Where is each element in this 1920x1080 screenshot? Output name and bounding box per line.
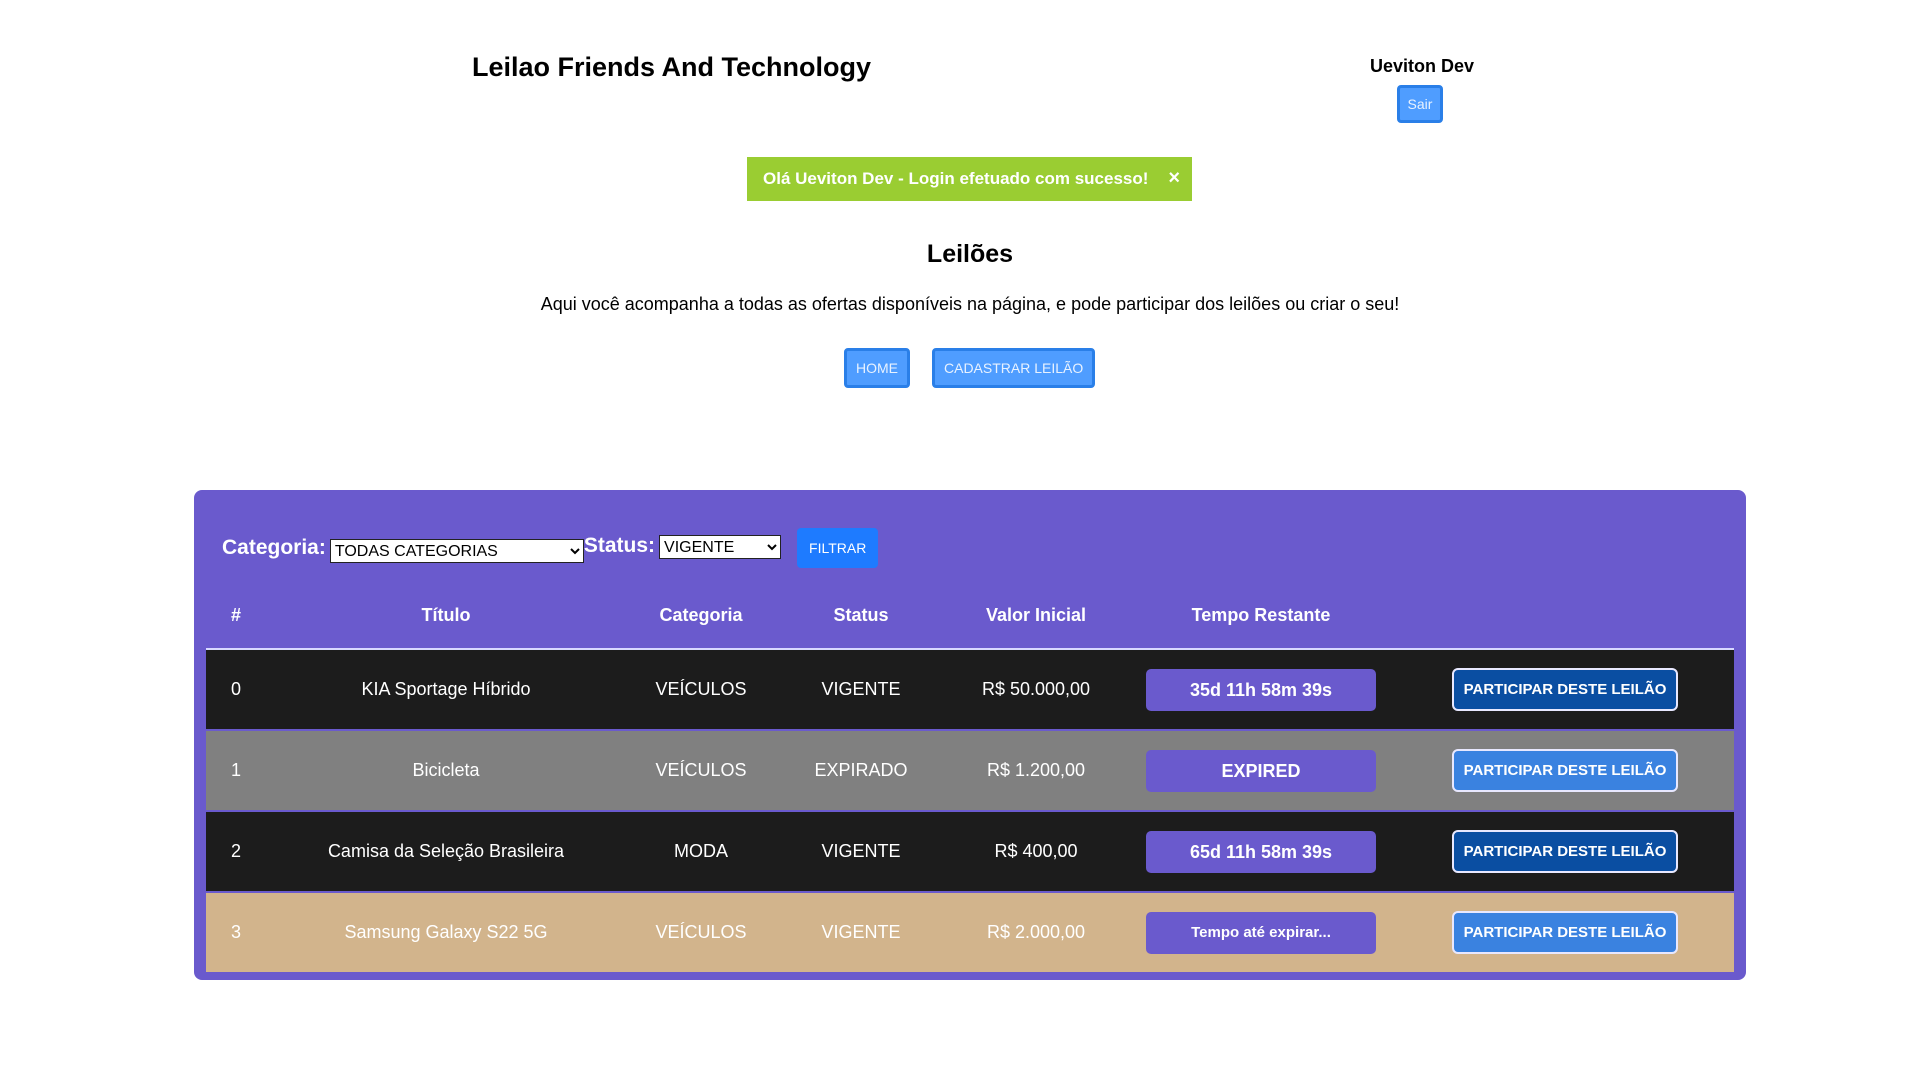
cell-id: 3 (206, 892, 266, 974)
table-row: 0 KIA Sportage Híbrido VEÍCULOS VIGENTE … (206, 649, 1734, 731)
logout-button[interactable]: Sair (1396, 85, 1444, 123)
page-description: Aqui você acompanha a todas as ofertas d… (540, 294, 1400, 314)
cell-category: VEÍCULOS (626, 649, 776, 731)
participate-button[interactable]: PARTICIPAR DESTE LEILÃO (1451, 911, 1679, 954)
participate-button[interactable]: PARTICIPAR DESTE LEILÃO (1451, 830, 1679, 873)
cell-value: R$ 2.000,00 (946, 892, 1126, 974)
col-header-id: # (206, 582, 266, 650)
cell-title: Bicicleta (266, 730, 626, 812)
col-header-status: Status (776, 582, 946, 650)
login-success-alert: Olá Ueviton Dev - Login efetuado com suc… (747, 157, 1192, 201)
auction-panel: Categoria: TODAS CATEGORIAS Status: VIGE… (194, 490, 1746, 980)
category-select[interactable]: TODAS CATEGORIAS (329, 539, 584, 563)
status-label: Status: (583, 534, 656, 557)
auction-table: # Título Categoria Status Valor Inicial … (206, 582, 1734, 974)
cell-action: PARTICIPAR DESTE LEILÃO (1396, 892, 1734, 974)
cell-category: VEÍCULOS (626, 892, 776, 974)
cell-title: Camisa da Seleção Brasileira (266, 811, 626, 893)
cell-status: VIGENTE (776, 649, 946, 731)
cell-value: R$ 1.200,00 (946, 730, 1126, 812)
home-button[interactable]: HOME (844, 348, 910, 388)
cell-time: 65d 11h 58m 39s (1126, 811, 1396, 893)
cell-id: 0 (206, 649, 266, 731)
table-row: 2 Camisa da Seleção Brasileira MODA VIGE… (206, 811, 1734, 893)
filter-bar: Categoria: TODAS CATEGORIAS Status: VIGE… (222, 528, 879, 568)
cell-id: 2 (206, 811, 266, 893)
cell-status: VIGENTE (776, 811, 946, 893)
category-label: Categoria: (222, 536, 326, 559)
create-auction-button[interactable]: CADASTRAR LEILÃO (932, 348, 1096, 388)
countdown-badge: 65d 11h 58m 39s (1146, 830, 1376, 873)
user-box: Ueviton Dev Sair (1370, 56, 1475, 123)
col-header-category: Categoria (626, 582, 776, 650)
table-row: 1 Bicicleta VEÍCULOS EXPIRADO R$ 1.200,0… (206, 730, 1734, 812)
cell-value: R$ 400,00 (946, 811, 1126, 893)
participate-button[interactable]: PARTICIPAR DESTE LEILÃO (1451, 749, 1679, 792)
cell-category: VEÍCULOS (626, 730, 776, 812)
countdown-badge: 35d 11h 58m 39s (1146, 668, 1376, 711)
user-name: Ueviton Dev (1370, 56, 1475, 76)
cell-action: PARTICIPAR DESTE LEILÃO (1396, 730, 1734, 812)
status-select[interactable]: VIGENTE (659, 535, 782, 559)
countdown-badge: Tempo até expirar... (1146, 911, 1376, 954)
cell-category: MODA (626, 811, 776, 893)
nav-buttons: HOME CADASTRAR LEILÃO (844, 348, 1096, 388)
cell-time: EXPIRED (1126, 730, 1396, 812)
alert-message: Olá Ueviton Dev - Login efetuado com suc… (763, 169, 1149, 188)
col-header-title: Título (266, 582, 626, 650)
col-header-action (1396, 582, 1734, 650)
cell-action: PARTICIPAR DESTE LEILÃO (1396, 649, 1734, 731)
col-header-time: Tempo Restante (1126, 582, 1396, 650)
countdown-badge: EXPIRED (1146, 749, 1376, 792)
page-title: Leilões (926, 240, 1014, 268)
cell-time: 35d 11h 58m 39s (1126, 649, 1396, 731)
cell-action: PARTICIPAR DESTE LEILÃO (1396, 811, 1734, 893)
app-title: Leilao Friends And Technology (472, 52, 872, 82)
cell-value: R$ 50.000,00 (946, 649, 1126, 731)
cell-status: VIGENTE (776, 892, 946, 974)
cell-title: KIA Sportage Híbrido (266, 649, 626, 731)
table-row: 3 Samsung Galaxy S22 5G VEÍCULOS VIGENTE… (206, 892, 1734, 974)
cell-time: Tempo até expirar... (1126, 892, 1396, 974)
table-header-row: # Título Categoria Status Valor Inicial … (206, 582, 1734, 650)
col-header-value: Valor Inicial (946, 582, 1126, 650)
cell-title: Samsung Galaxy S22 5G (266, 892, 626, 974)
filter-button[interactable]: FILTRAR (797, 528, 879, 568)
cell-status: EXPIRADO (776, 730, 946, 812)
cell-id: 1 (206, 730, 266, 812)
participate-button[interactable]: PARTICIPAR DESTE LEILÃO (1451, 668, 1679, 711)
close-icon[interactable]: × (1168, 167, 1180, 190)
